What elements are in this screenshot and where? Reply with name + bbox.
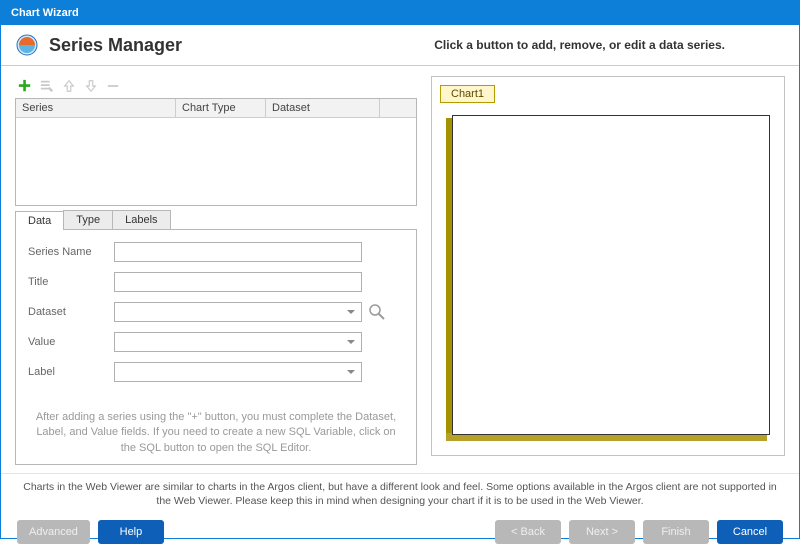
label-dataset: Dataset bbox=[28, 306, 114, 318]
help-button[interactable]: Help bbox=[98, 520, 164, 544]
col-header-series[interactable]: Series bbox=[16, 99, 176, 117]
tab-data[interactable]: Data bbox=[15, 211, 64, 230]
sql-editor-icon[interactable] bbox=[368, 303, 386, 321]
window-titlebar: Chart Wizard bbox=[1, 1, 799, 25]
page-header: Series Manager Click a button to add, re… bbox=[1, 25, 799, 66]
plus-icon[interactable] bbox=[17, 78, 33, 94]
window-title: Chart Wizard bbox=[11, 7, 79, 19]
series-name-field[interactable] bbox=[114, 242, 362, 262]
label-value: Value bbox=[28, 336, 114, 348]
edit-list-icon[interactable] bbox=[39, 78, 55, 94]
value-select[interactable] bbox=[114, 332, 362, 352]
series-grid[interactable]: Series Chart Type Dataset bbox=[15, 98, 417, 206]
wizard-button-row: Advanced Help < Back Next > Finish Cance… bbox=[1, 514, 799, 556]
tab-type[interactable]: Type bbox=[63, 210, 113, 229]
chart-preview-tab[interactable]: Chart1 bbox=[440, 85, 495, 103]
tab-labels[interactable]: Labels bbox=[112, 210, 170, 229]
main-area: Series Chart Type Dataset Data Type Labe… bbox=[1, 66, 799, 471]
page-title: Series Manager bbox=[49, 35, 182, 56]
series-toolbar bbox=[15, 76, 417, 98]
col-header-charttype[interactable]: Chart Type bbox=[176, 99, 266, 117]
label-select[interactable] bbox=[114, 362, 362, 382]
page-instruction: Click a button to add, remove, or edit a… bbox=[434, 38, 725, 52]
series-grid-header: Series Chart Type Dataset bbox=[16, 99, 416, 118]
tab-panel-data: Series Name Title Dataset Value Label bbox=[15, 229, 417, 465]
dataset-select[interactable] bbox=[114, 302, 362, 322]
cancel-button[interactable]: Cancel bbox=[717, 520, 783, 544]
form-hint: After adding a series using the "+" butt… bbox=[24, 410, 408, 456]
wizard-icon bbox=[15, 33, 39, 57]
minus-icon[interactable] bbox=[105, 78, 121, 94]
next-button[interactable]: Next > bbox=[569, 520, 635, 544]
label-label: Label bbox=[28, 366, 114, 378]
arrow-up-icon[interactable] bbox=[61, 78, 77, 94]
back-button[interactable]: < Back bbox=[495, 520, 561, 544]
col-header-dataset[interactable]: Dataset bbox=[266, 99, 380, 117]
advanced-button[interactable]: Advanced bbox=[17, 520, 90, 544]
label-series-name: Series Name bbox=[28, 246, 114, 258]
footer-note: Charts in the Web Viewer are similar to … bbox=[1, 473, 799, 514]
series-tabs: Data Type Labels bbox=[15, 210, 417, 229]
chart-preview-pane: Chart1 bbox=[431, 76, 785, 456]
col-header-end bbox=[380, 99, 416, 117]
arrow-down-icon[interactable] bbox=[83, 78, 99, 94]
finish-button[interactable]: Finish bbox=[643, 520, 709, 544]
title-field[interactable] bbox=[114, 272, 362, 292]
label-title: Title bbox=[28, 276, 114, 288]
chart-preview-plot bbox=[446, 115, 770, 441]
left-pane: Series Chart Type Dataset Data Type Labe… bbox=[15, 76, 417, 465]
